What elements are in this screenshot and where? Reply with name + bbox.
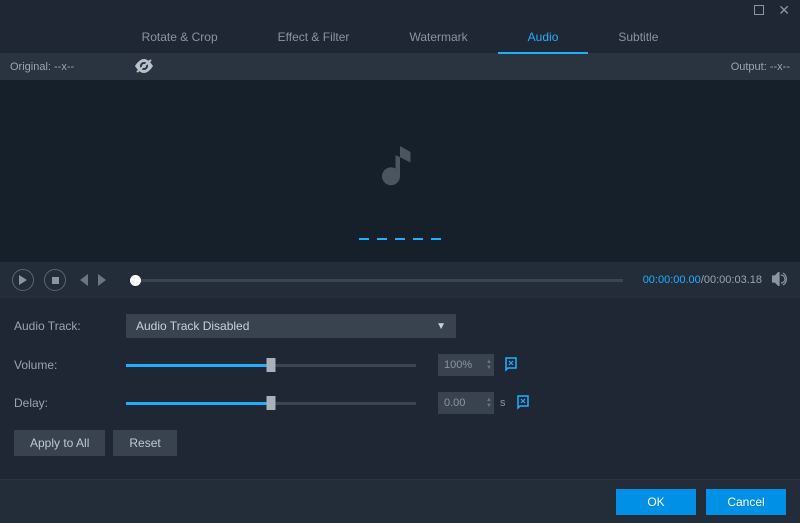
audio-track-label: Audio Track: [14,319,126,333]
tab-subtitle[interactable]: Subtitle [588,20,688,54]
ok-button[interactable]: OK [616,489,696,515]
preview-toggle-icon[interactable] [134,59,154,76]
tabs: Rotate & Crop Effect & Filter Watermark … [0,20,800,54]
delay-reset-icon[interactable] [516,394,532,413]
next-button[interactable] [98,274,110,286]
prev-button[interactable] [76,274,88,286]
audio-settings: Audio Track: Audio Track Disabled ▼ Volu… [0,298,800,466]
reset-button[interactable]: Reset [113,430,176,456]
titlebar: ✕ [0,0,800,20]
audio-track-value: Audio Track Disabled [136,319,249,333]
maximize-button[interactable] [754,2,764,18]
volume-stepper[interactable]: ▲▼ [486,359,492,371]
player-controls: 00:00:00.00/00:00:03.18 [0,262,800,298]
delay-slider[interactable] [126,395,416,411]
volume-thumb[interactable] [267,358,276,372]
close-button[interactable]: ✕ [778,2,790,19]
volume-reset-icon[interactable] [504,356,520,375]
delay-unit: s [500,397,506,409]
stop-button[interactable] [44,269,66,291]
music-note-icon [382,146,418,197]
info-bar: Original: --x-- Output: --x-- [0,54,800,80]
cancel-button[interactable]: Cancel [706,489,786,515]
delay-label: Delay: [14,396,126,410]
output-dimensions: Output: --x-- [731,61,790,73]
audio-track-select[interactable]: Audio Track Disabled ▼ [126,314,456,338]
tab-effect-filter[interactable]: Effect & Filter [248,20,380,54]
preview-area [0,80,800,262]
tab-rotate-crop[interactable]: Rotate & Crop [112,20,248,54]
original-dimensions: Original: --x-- [10,61,74,73]
volume-slider[interactable] [126,357,416,373]
volume-icon[interactable] [772,272,788,289]
volume-label: Volume: [14,358,126,372]
seek-thumb[interactable] [130,275,141,286]
tab-watermark[interactable]: Watermark [379,20,497,54]
delay-thumb[interactable] [267,396,276,410]
seek-slider[interactable] [130,279,623,282]
footer: OK Cancel [0,479,800,523]
tab-audio[interactable]: Audio [498,20,589,54]
current-time: 00:00:00.00 [643,274,701,286]
time-display: 00:00:00.00/00:00:03.18 [643,274,762,286]
total-time: 00:00:03.18 [704,274,762,286]
volume-input[interactable]: 100% ▲▼ [438,354,494,376]
chevron-down-icon: ▼ [436,321,446,332]
play-button[interactable] [12,269,34,291]
equalizer-icon [359,238,441,240]
apply-to-all-button[interactable]: Apply to All [14,430,105,456]
delay-input[interactable]: 0.00 ▲▼ [438,392,494,414]
delay-stepper[interactable]: ▲▼ [486,397,492,409]
